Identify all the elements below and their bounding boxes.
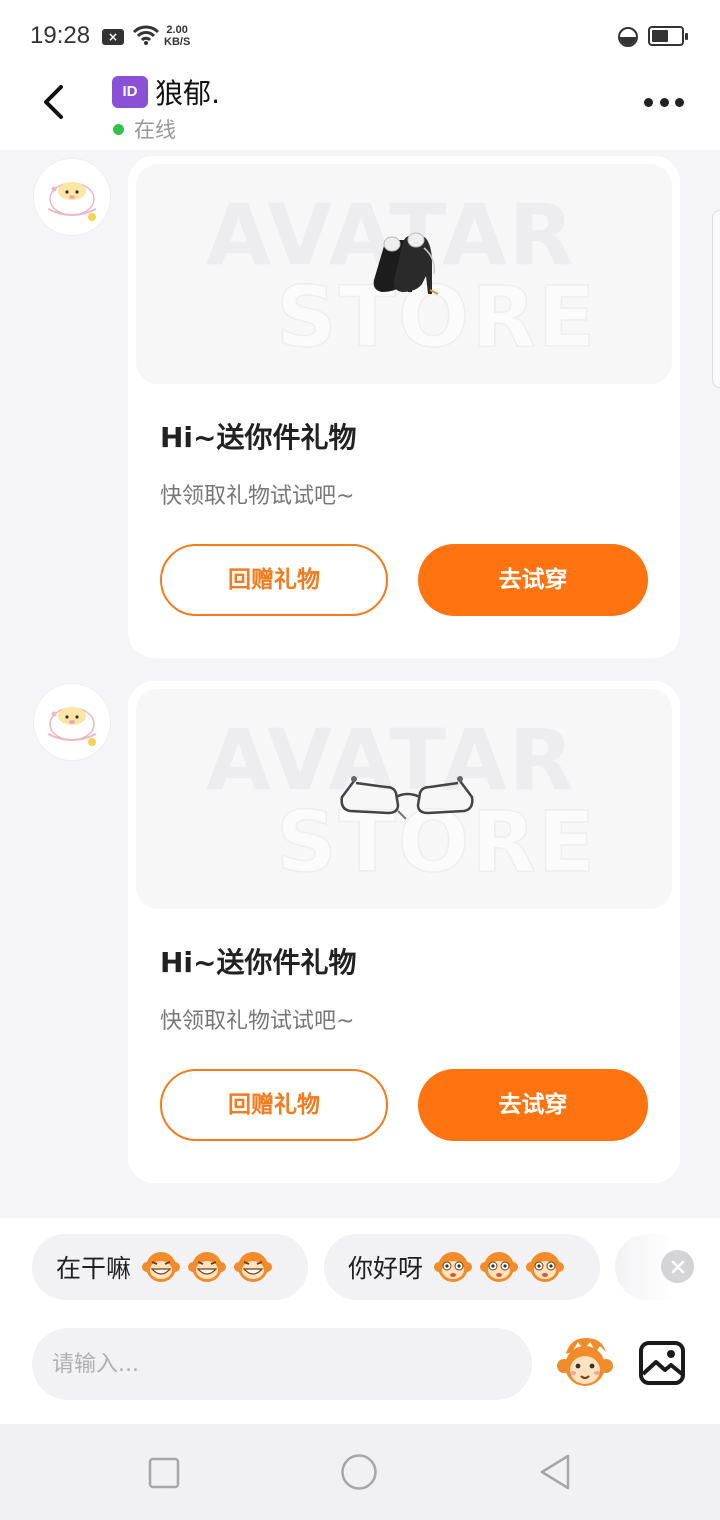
gift-title: Hi~送你件礼物 bbox=[160, 421, 357, 454]
try-on-button[interactable]: 去试穿 bbox=[418, 544, 648, 616]
more-dot-icon bbox=[644, 97, 653, 107]
gift-subtitle: 快领取礼物试试吧~ bbox=[160, 1009, 355, 1034]
sender-avatar[interactable] bbox=[33, 158, 111, 236]
grin-monkey-emoji-icon bbox=[234, 1252, 273, 1282]
hello-monkey-emoji-icon bbox=[480, 1252, 519, 1282]
close-icon bbox=[671, 1260, 684, 1273]
network-speed-value: 2.00 bbox=[166, 24, 188, 36]
online-dot-icon bbox=[113, 123, 124, 135]
side-panel-handle[interactable] bbox=[712, 210, 720, 388]
close-quick-replies-button[interactable] bbox=[661, 1250, 694, 1283]
more-dot-icon bbox=[675, 97, 684, 107]
glasses-icon bbox=[340, 776, 474, 820]
notification-x-icon: × bbox=[102, 29, 124, 45]
chat-title: ID 狼郁. 在线 bbox=[112, 72, 220, 144]
more-options-button[interactable] bbox=[644, 92, 684, 112]
gift-preview: AVATAR STORE bbox=[136, 164, 672, 384]
sender-avatar[interactable] bbox=[33, 683, 111, 761]
chevron-left-icon bbox=[44, 85, 63, 119]
grin-monkey-emoji-icon bbox=[188, 1252, 227, 1282]
status-bar: 19:28 × 2.00 KB/S bbox=[0, 0, 720, 70]
message-input-bar bbox=[0, 1322, 720, 1424]
quick-reply-chip[interactable]: 在干嘛 bbox=[32, 1234, 308, 1300]
home-button[interactable] bbox=[340, 1453, 378, 1491]
message-input[interactable] bbox=[32, 1328, 532, 1400]
image-picker-icon[interactable] bbox=[638, 1340, 686, 1386]
network-speed-unit: KB/S bbox=[164, 36, 191, 48]
hello-monkey-emoji-icon bbox=[434, 1252, 473, 1282]
chat-messages[interactable]: AVATAR STORE Hi~送你件礼物 快领取礼物试试吧~ 回赠礼物 去试穿 bbox=[0, 150, 720, 1218]
return-gift-button[interactable]: 回赠礼物 bbox=[160, 544, 388, 616]
more-dot-icon bbox=[659, 97, 669, 107]
return-gift-button[interactable]: 回赠礼物 bbox=[160, 1069, 388, 1141]
quick-reply-chip[interactable]: 你好呀 bbox=[324, 1234, 600, 1300]
network-speed: 2.00 KB/S bbox=[164, 24, 190, 48]
sheep-avatar-icon bbox=[47, 182, 97, 221]
sheep-avatar-icon bbox=[47, 707, 97, 746]
heels-icon bbox=[373, 232, 439, 295]
online-status: 在线 bbox=[112, 114, 220, 144]
hello-monkey-emoji-icon bbox=[526, 1252, 565, 1282]
quick-replies[interactable]: 在干嘛 你好呀 bbox=[0, 1218, 720, 1322]
quick-reply-text: 你好呀 bbox=[348, 1254, 424, 1283]
try-on-button[interactable]: 去试穿 bbox=[418, 1069, 648, 1141]
online-status-text: 在线 bbox=[134, 118, 176, 142]
gift-card: AVATAR STORE Hi~送你件礼物 快领取礼物试试吧~ 回赠礼物 去试穿 bbox=[128, 156, 680, 658]
system-nav-bar bbox=[0, 1424, 720, 1520]
gift-subtitle: 快领取礼物试试吧~ bbox=[160, 484, 355, 509]
contact-name: 狼郁. bbox=[155, 77, 220, 110]
chat-header: ID 狼郁. 在线 bbox=[0, 70, 720, 150]
back-nav-button[interactable] bbox=[538, 1453, 572, 1491]
recent-apps-button[interactable] bbox=[148, 1457, 180, 1489]
battery-icon bbox=[648, 26, 688, 46]
emoji-monkey-icon[interactable] bbox=[556, 1334, 614, 1392]
back-button[interactable] bbox=[30, 78, 78, 126]
wifi-icon bbox=[132, 25, 160, 45]
gift-card: AVATAR STORE Hi~送你件礼物 快领取礼物试试吧~ 回赠礼物 去试穿 bbox=[128, 681, 680, 1183]
data-saver-icon bbox=[618, 27, 638, 47]
status-time: 19:28 bbox=[30, 22, 91, 49]
gift-title: Hi~送你件礼物 bbox=[160, 946, 357, 979]
quick-reply-text: 在干嘛 bbox=[56, 1254, 132, 1283]
grin-monkey-emoji-icon bbox=[142, 1252, 181, 1282]
id-badge-icon: ID bbox=[112, 76, 148, 108]
gift-preview: AVATAR STORE bbox=[136, 689, 672, 909]
